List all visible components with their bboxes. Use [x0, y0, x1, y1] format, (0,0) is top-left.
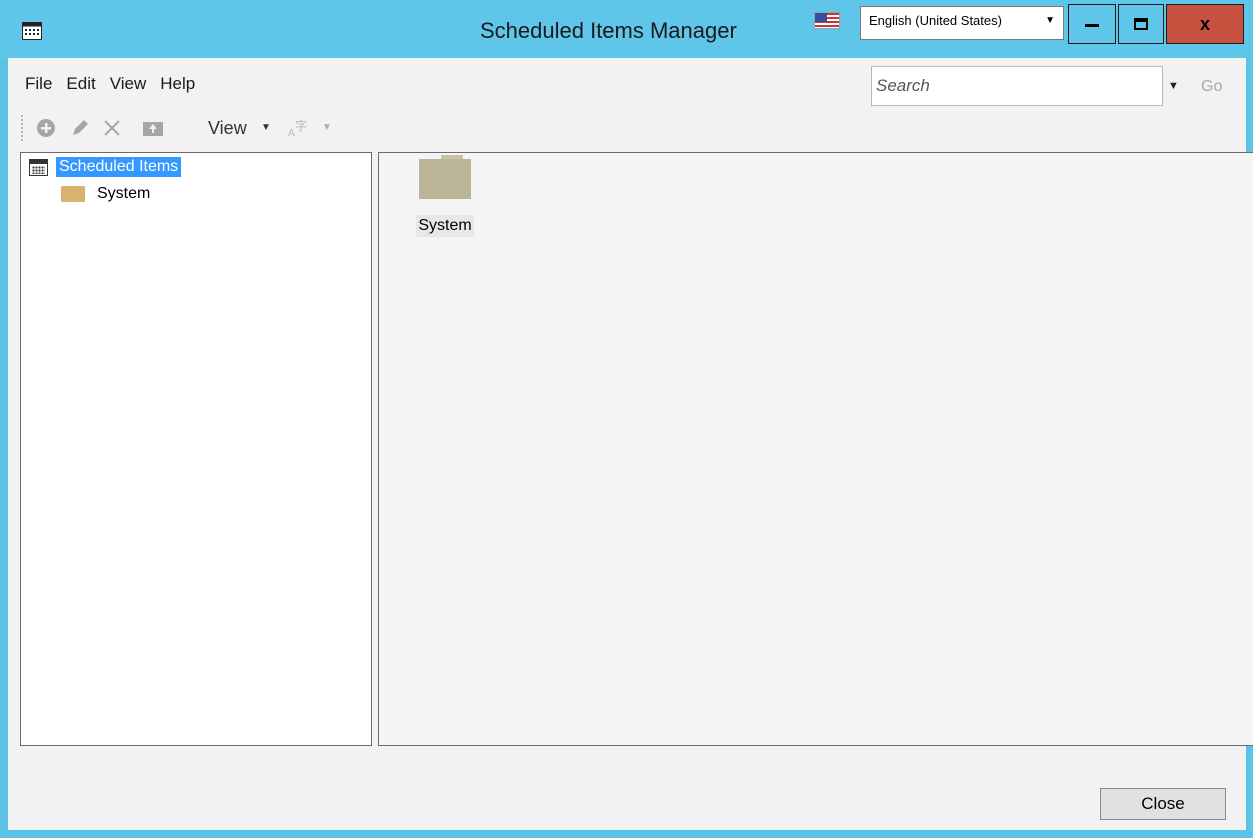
- us-flag-icon: [814, 12, 840, 29]
- svg-text:A: A: [288, 128, 295, 138]
- menu-bar: File Edit View Help: [8, 74, 202, 98]
- app-window: Scheduled Items Manager English (United …: [0, 0, 1253, 838]
- list-item-system[interactable]: System: [411, 155, 479, 237]
- maximize-icon: [1134, 18, 1148, 30]
- menu-view[interactable]: View: [103, 74, 154, 98]
- client-area: File Edit View Help Search ▼ Go View ▼ A…: [8, 58, 1253, 830]
- add-icon[interactable]: [36, 118, 56, 138]
- language-value: English (United States): [869, 13, 1002, 28]
- menu-help[interactable]: Help: [153, 74, 202, 98]
- up-folder-icon[interactable]: [142, 118, 164, 138]
- window-title: Scheduled Items Manager: [480, 18, 737, 43]
- calendar-app-icon: [22, 22, 42, 40]
- close-icon: x: [1199, 13, 1210, 34]
- chevron-down-icon[interactable]: ▼: [322, 122, 332, 133]
- delete-icon[interactable]: [102, 118, 122, 138]
- font-icon[interactable]: A 字: [288, 118, 310, 138]
- title-bar[interactable]: Scheduled Items Manager English (United …: [0, 0, 1253, 58]
- folder-icon: [61, 186, 85, 202]
- list-item-label: System: [416, 215, 474, 237]
- chevron-down-icon[interactable]: ▼: [261, 122, 271, 133]
- chevron-down-icon: ▼: [1045, 15, 1055, 26]
- search-dropdown-icon[interactable]: ▼: [1168, 80, 1179, 92]
- search-input[interactable]: Search: [871, 66, 1163, 106]
- svg-text:字: 字: [295, 118, 307, 133]
- tree-item-scheduled-items[interactable]: Scheduled Items: [29, 157, 182, 177]
- tree-item-label: System: [97, 185, 151, 202]
- minimize-button[interactable]: [1068, 4, 1116, 44]
- folder-icon: [419, 155, 471, 199]
- go-button[interactable]: Go: [1201, 78, 1222, 96]
- minimize-icon: [1085, 24, 1099, 27]
- close-button[interactable]: Close: [1100, 788, 1226, 820]
- language-dropdown[interactable]: English (United States) ▼: [860, 6, 1064, 40]
- window-close-button[interactable]: x: [1166, 4, 1244, 44]
- content-view[interactable]: System: [378, 152, 1253, 746]
- search-placeholder: Search: [876, 76, 930, 95]
- view-dropdown-button[interactable]: View: [208, 118, 247, 139]
- toolbar-grip[interactable]: [20, 114, 24, 142]
- menu-edit[interactable]: Edit: [59, 74, 102, 98]
- calendar-icon: [29, 158, 48, 176]
- edit-icon[interactable]: [70, 118, 90, 138]
- tree-item-label: Scheduled Items: [56, 157, 182, 177]
- menu-file[interactable]: File: [8, 74, 59, 98]
- maximize-button[interactable]: [1118, 4, 1164, 44]
- tree-view[interactable]: Scheduled Items System: [20, 152, 372, 746]
- tree-item-system[interactable]: System: [61, 185, 150, 203]
